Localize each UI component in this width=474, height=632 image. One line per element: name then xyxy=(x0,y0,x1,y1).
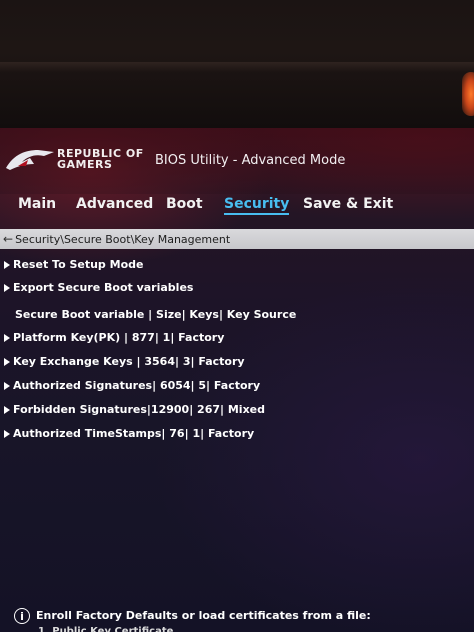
submenu-arrow-icon xyxy=(4,260,10,269)
breadcrumb-path: Security\Secure Boot\Key Management xyxy=(15,232,231,246)
authorized-timestamps-label: Authorized TimeStamps| 76| 1| Factory xyxy=(13,427,255,440)
tab-save-exit[interactable]: Save & Exit xyxy=(303,196,393,212)
forbidden-signatures-row[interactable]: Forbidden Signatures|12900| 267| Mixed xyxy=(4,403,265,416)
window-title: BIOS Utility - Advanced Mode xyxy=(155,153,346,168)
help-subtext: 1. Public Key Certificate xyxy=(38,626,174,632)
submenu-arrow-icon xyxy=(4,333,10,342)
key-exchange-keys-label: Key Exchange Keys | 3564| 3| Factory xyxy=(13,355,245,368)
platform-key-label: Platform Key(PK) | 877| 1| Factory xyxy=(13,331,225,344)
breadcrumb: ← Security\Secure Boot\Key Management xyxy=(0,229,474,249)
authorized-signatures-row[interactable]: Authorized Signatures| 6054| 5| Factory xyxy=(4,379,260,392)
back-arrow-icon[interactable]: ← xyxy=(3,232,13,246)
submenu-arrow-icon xyxy=(4,381,10,390)
tab-security[interactable]: Security xyxy=(224,196,290,215)
submenu-arrow-icon xyxy=(4,357,10,366)
bios-screen: REPUBLIC OF GAMERS BIOS Utility - Advanc… xyxy=(0,128,474,632)
platform-key-row[interactable]: Platform Key(PK) | 877| 1| Factory xyxy=(4,331,224,344)
key-table-header: Secure Boot variable | Size| Keys| Key S… xyxy=(15,308,297,321)
export-secure-boot-variables-label: Export Secure Boot variables xyxy=(13,281,194,294)
submenu-arrow-icon xyxy=(4,283,10,292)
tab-main[interactable]: Main xyxy=(18,196,56,212)
help-panel: i Enroll Factory Defaults or load certif… xyxy=(0,600,474,632)
reset-to-setup-mode-label: Reset To Setup Mode xyxy=(13,258,144,271)
submenu-arrow-icon xyxy=(4,429,10,438)
authorized-timestamps-row[interactable]: Authorized TimeStamps| 76| 1| Factory xyxy=(4,427,254,440)
authorized-signatures-label: Authorized Signatures| 6054| 5| Factory xyxy=(13,379,261,392)
rog-logo-icon xyxy=(6,150,54,170)
export-secure-boot-variables-item[interactable]: Export Secure Boot variables xyxy=(4,281,193,294)
header: REPUBLIC OF GAMERS BIOS Utility - Advanc… xyxy=(0,128,474,194)
tab-advanced[interactable]: Advanced xyxy=(76,196,153,212)
tab-bar: Main Advanced Boot Security Save & Exit xyxy=(0,194,474,228)
submenu-arrow-icon xyxy=(4,405,10,414)
tab-boot[interactable]: Boot xyxy=(166,196,203,212)
power-led xyxy=(462,72,474,116)
brand-line-2: GAMERS xyxy=(57,158,113,171)
bezel-edge xyxy=(0,62,474,72)
reset-to-setup-mode-item[interactable]: Reset To Setup Mode xyxy=(4,258,143,271)
forbidden-signatures-label: Forbidden Signatures|12900| 267| Mixed xyxy=(13,403,265,416)
brand-name: REPUBLIC OF GAMERS xyxy=(57,148,144,170)
key-exchange-keys-row[interactable]: Key Exchange Keys | 3564| 3| Factory xyxy=(4,355,245,368)
info-icon: i xyxy=(14,608,30,624)
help-text: Enroll Factory Defaults or load certific… xyxy=(36,609,371,622)
